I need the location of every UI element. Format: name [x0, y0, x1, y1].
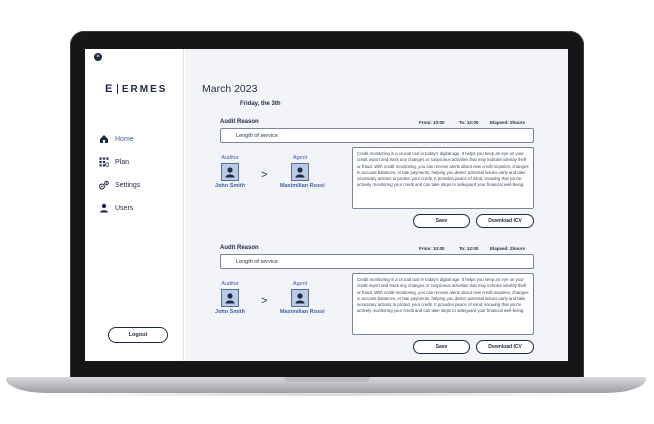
- card-header: Audit Reason From: 10:00 To: 12:00 Elaps…: [220, 119, 534, 128]
- agent-avatar-icon: [291, 289, 309, 307]
- chevron-right-icon: >: [261, 295, 268, 307]
- card-header: Audit Reason From: 10:00 To: 12:00 Elaps…: [220, 245, 534, 254]
- save-button[interactable]: Save: [413, 214, 470, 228]
- home-icon: [100, 135, 108, 143]
- agent-name: Maximilian Rossi: [280, 309, 325, 315]
- time-from: From: 10:00: [419, 246, 445, 251]
- card-title: Audit Reason: [220, 245, 259, 251]
- sidebar-item-users[interactable]: Users: [99, 202, 140, 214]
- auditor: Auditor John Smith: [214, 281, 246, 315]
- brand-logo: E ERMES: [105, 83, 167, 95]
- laptop-screen: × E ERMES Home Plan Settings Users Logou…: [85, 49, 568, 361]
- time-to: To: 12:00: [459, 120, 479, 125]
- description-textarea[interactable]: Credit monitoring is a crucial tool in t…: [352, 147, 534, 209]
- sidebar-item-settings[interactable]: Settings: [99, 179, 140, 191]
- logout-button[interactable]: Logout: [108, 327, 168, 343]
- agent-role: Agent: [292, 281, 308, 287]
- download-icv-button[interactable]: Download ICV: [476, 340, 534, 354]
- close-icon[interactable]: ×: [94, 53, 102, 61]
- settings-icon: [99, 180, 109, 190]
- description-textarea[interactable]: Credit monitoring is a crucial tool in t…: [352, 273, 534, 335]
- sidebar-nav: Home Plan Settings Users: [99, 133, 140, 225]
- auditor-role: Auditor: [221, 281, 239, 287]
- main-content: March 2023 Friday, the 3th Audit Reason …: [185, 49, 568, 361]
- auditor-avatar-icon: [221, 289, 239, 307]
- auditor-role: Auditor: [221, 155, 239, 161]
- download-icv-button[interactable]: Download ICV: [476, 214, 534, 228]
- sidebar-item-label: Users: [115, 204, 134, 212]
- time-elapsed: Elapsed: 2hours: [490, 246, 526, 251]
- chevron-right-icon: >: [261, 169, 268, 181]
- sidebar-item-label: Settings: [115, 181, 141, 189]
- auditor-name: John Smith: [215, 183, 245, 189]
- reason-field[interactable]: Length of service: [220, 128, 534, 143]
- users-icon: [100, 203, 108, 213]
- plan-icon: [99, 157, 109, 167]
- time-elapsed: Elapsed: 2hours: [490, 120, 526, 125]
- auditor-name: John Smith: [215, 309, 245, 315]
- laptop-notch: [284, 377, 370, 382]
- reason-field[interactable]: Length of service: [220, 254, 534, 269]
- sidebar-item-label: Home: [115, 135, 134, 143]
- audit-card: Audit Reason From: 10:00 To: 12:00 Elaps…: [215, 119, 534, 239]
- auditor: Auditor John Smith: [214, 155, 246, 189]
- agent-name: Maximilian Rossi: [280, 183, 325, 189]
- sidebar-item-home[interactable]: Home: [99, 133, 140, 145]
- page-title: March 2023: [202, 83, 258, 95]
- agent-role: Agent: [292, 155, 308, 161]
- save-button[interactable]: Save: [413, 340, 470, 354]
- date-subtitle: Friday, the 3th: [240, 101, 281, 107]
- card-title: Audit Reason: [220, 119, 259, 125]
- agent-avatar-icon: [291, 163, 309, 181]
- agent: Agent Maximilian Rossi: [280, 281, 325, 315]
- time-from: From: 10:00: [419, 120, 445, 125]
- brand-divider: [116, 84, 118, 94]
- auditor-avatar-icon: [221, 163, 239, 181]
- time-to: To: 12:00: [459, 246, 479, 251]
- sidebar-item-plan[interactable]: Plan: [99, 156, 140, 168]
- brand-mark: E: [105, 83, 113, 95]
- audit-card: Audit Reason From: 10:00 To: 12:00 Elaps…: [215, 245, 534, 361]
- sidebar: × E ERMES Home Plan Settings Users Logou…: [85, 49, 184, 361]
- sidebar-item-label: Plan: [115, 158, 130, 166]
- agent: Agent Maximilian Rossi: [280, 155, 325, 189]
- laptop-shadow: [30, 392, 624, 397]
- brand-text: ERMES: [121, 83, 168, 95]
